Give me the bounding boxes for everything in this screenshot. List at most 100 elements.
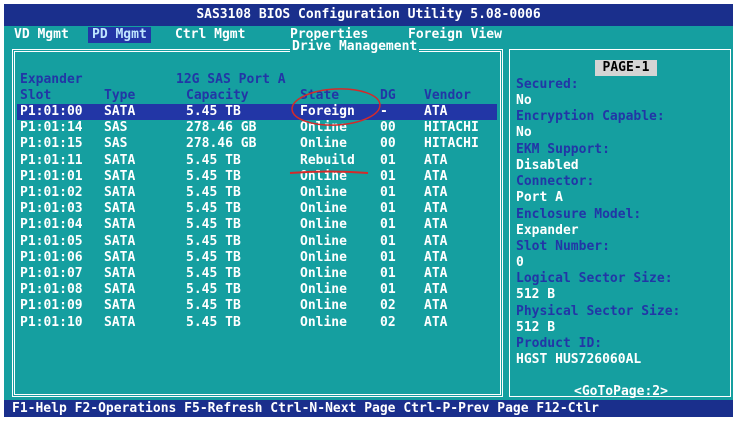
- info-label: Connector:: [516, 174, 595, 190]
- drive-vendor-cell: ATA: [424, 233, 448, 249]
- drive-row[interactable]: P1:01:03 SATA 5.45 TB Online 01 ATA: [17, 201, 497, 217]
- drive-row[interactable]: P1:01:09 SATA 5.45 TB Online 02 ATA: [17, 298, 497, 314]
- drive-vendor-cell: ATA: [424, 249, 448, 265]
- drive-dg-cell: 01: [380, 217, 396, 233]
- column-header-vendor: Vendor: [424, 88, 471, 103]
- info-value: HGST HUS726060AL: [516, 352, 642, 368]
- drive-row[interactable]: P1:01:04 SATA 5.45 TB Online 01 ATA: [17, 217, 497, 233]
- drive-type-cell: SAS: [104, 136, 128, 152]
- info-value: Port A: [516, 190, 563, 206]
- drive-capacity-cell: 5.45 TB: [186, 168, 241, 184]
- drive-type-cell: SATA: [104, 298, 136, 314]
- drive-capacity-cell: 5.45 TB: [186, 201, 241, 217]
- drive-dg-cell: 02: [380, 314, 396, 330]
- drive-capacity-cell: 5.45 TB: [186, 266, 241, 281]
- drive-row[interactable]: P1:01:10 SATA 5.45 TB Online 02 ATA: [17, 315, 497, 331]
- drive-dg-cell: 00: [380, 120, 396, 136]
- column-header-type: Type: [104, 88, 136, 103]
- drive-dg-cell: 01: [380, 168, 396, 184]
- drive-state-cell: Online: [300, 217, 347, 233]
- info-value: No: [516, 93, 532, 108]
- page-indicator: PAGE-1: [595, 60, 657, 76]
- app-title: SAS3108 BIOS Configuration Utility 5.08-…: [196, 7, 541, 22]
- drive-slot-cell: P1:01:06: [20, 249, 83, 265]
- drive-row[interactable]: P1:01:02 SATA 5.45 TB Online 01 ATA: [17, 185, 497, 201]
- info-label: Encryption Capable:: [516, 109, 665, 125]
- drive-row[interactable]: P1:01:11 SATA 5.45 TB Rebuild 01 ATA: [17, 153, 497, 169]
- bios-screen: SAS3108 BIOS Configuration Utility 5.08-…: [4, 4, 733, 417]
- drive-type-cell: SATA: [104, 201, 136, 217]
- info-label: Slot Number:: [516, 239, 610, 254]
- drive-slot-cell: P1:01:10: [20, 314, 83, 330]
- column-header-capacity: Capacity: [186, 88, 249, 103]
- drive-type-cell: SATA: [104, 152, 136, 168]
- tab-ctrl-mgmt[interactable]: Ctrl Mgmt: [171, 27, 249, 43]
- info-value: Disabled: [516, 157, 579, 173]
- drive-slot-cell: P1:01:01: [20, 168, 83, 184]
- drive-slot-cell: P1:01:04: [20, 217, 83, 233]
- drive-state-cell: Online: [300, 314, 347, 330]
- drive-row[interactable]: P1:01:05 SATA 5.45 TB Online 01 ATA: [17, 234, 497, 250]
- drive-slot-cell: P1:01:09: [20, 298, 83, 314]
- drive-capacity-cell: 5.45 TB: [186, 185, 241, 200]
- drive-type-cell: SATA: [104, 168, 136, 184]
- column-header-dg: DG: [380, 88, 396, 103]
- drive-dg-cell: -: [380, 104, 388, 119]
- drive-dg-cell: 01: [380, 249, 396, 265]
- drive-slot-cell: P1:01:11: [20, 152, 83, 168]
- drive-vendor-cell: ATA: [424, 217, 448, 233]
- drive-row[interactable]: P1:01:00 SATA 5.45 TB Foreign - ATA: [17, 104, 497, 120]
- tab-pd-mgmt[interactable]: PD Mgmt: [88, 27, 151, 43]
- drive-vendor-cell: HITACHI: [424, 136, 479, 152]
- drive-type-cell: SATA: [104, 104, 136, 119]
- drive-vendor-cell: ATA: [424, 266, 448, 281]
- drive-state-cell: Online: [300, 201, 347, 217]
- drive-row[interactable]: P1:01:07 SATA 5.45 TB Online 01 ATA: [17, 266, 497, 282]
- drive-capacity-cell: 5.45 TB: [186, 152, 241, 168]
- drive-row[interactable]: P1:01:01 SATA 5.45 TB Online 01 ATA: [17, 169, 497, 185]
- drive-slot-cell: P1:01:08: [20, 282, 83, 298]
- drive-row[interactable]: P1:01:08 SATA 5.45 TB Online 01 ATA: [17, 282, 497, 298]
- drive-state-cell: Rebuild: [300, 152, 355, 168]
- info-label: Physical Sector Size:: [516, 303, 681, 319]
- drive-slot-cell: P1:01:03: [20, 201, 83, 217]
- info-value: 512 B: [516, 287, 556, 303]
- drive-state-cell: Online: [300, 233, 347, 249]
- drive-dg-cell: 01: [380, 233, 396, 249]
- key-help-text: F1-Help F2-Operations F5-Refresh Ctrl-N-…: [12, 401, 599, 416]
- tab-vd-mgmt[interactable]: VD Mgmt: [10, 27, 73, 43]
- drive-dg-cell: 00: [380, 136, 396, 152]
- info-label: Secured:: [516, 77, 579, 92]
- drive-capacity-cell: 5.45 TB: [186, 298, 241, 314]
- tab-foreign-view[interactable]: Foreign View: [404, 27, 506, 43]
- drive-vendor-cell: ATA: [424, 298, 448, 314]
- info-value: No: [516, 125, 532, 141]
- drive-row[interactable]: P1:01:15 SAS 278.46 GB Online 00 HITACHI: [17, 136, 497, 152]
- drive-state-cell: Online: [300, 120, 347, 136]
- drive-type-cell: SATA: [104, 185, 136, 200]
- goto-page-link[interactable]: <GoToPage:2>: [574, 384, 668, 400]
- drive-dg-cell: 01: [380, 185, 396, 200]
- drive-state-cell: Online: [300, 282, 347, 298]
- drive-type-cell: SATA: [104, 314, 136, 330]
- drive-capacity-cell: 5.45 TB: [186, 282, 241, 298]
- drive-slot-cell: P1:01:05: [20, 233, 83, 249]
- drive-vendor-cell: HITACHI: [424, 120, 479, 136]
- drive-slot-cell: P1:01:15: [20, 136, 83, 152]
- drive-slot-cell: P1:01:02: [20, 185, 83, 200]
- info-label: Logical Sector Size:: [516, 271, 673, 287]
- drive-type-cell: SATA: [104, 217, 136, 233]
- drive-slot-cell: P1:01:00: [20, 104, 83, 119]
- drive-slot-cell: P1:01:14: [20, 120, 83, 136]
- drive-row[interactable]: P1:01:14 SAS 278.46 GB Online 00 HITACHI: [17, 120, 497, 136]
- expander-port: 12G SAS Port A: [176, 72, 286, 87]
- drive-row[interactable]: P1:01:06 SATA 5.45 TB Online 01 ATA: [17, 250, 497, 266]
- info-value: 512 B: [516, 319, 556, 335]
- drive-dg-cell: 01: [380, 282, 396, 298]
- drive-dg-cell: 01: [380, 266, 396, 281]
- drive-vendor-cell: ATA: [424, 185, 448, 200]
- drive-type-cell: SATA: [104, 266, 136, 281]
- drive-capacity-cell: 5.45 TB: [186, 314, 241, 330]
- drive-state-cell: Online: [300, 136, 347, 152]
- title-bar: SAS3108 BIOS Configuration Utility 5.08-…: [4, 4, 733, 26]
